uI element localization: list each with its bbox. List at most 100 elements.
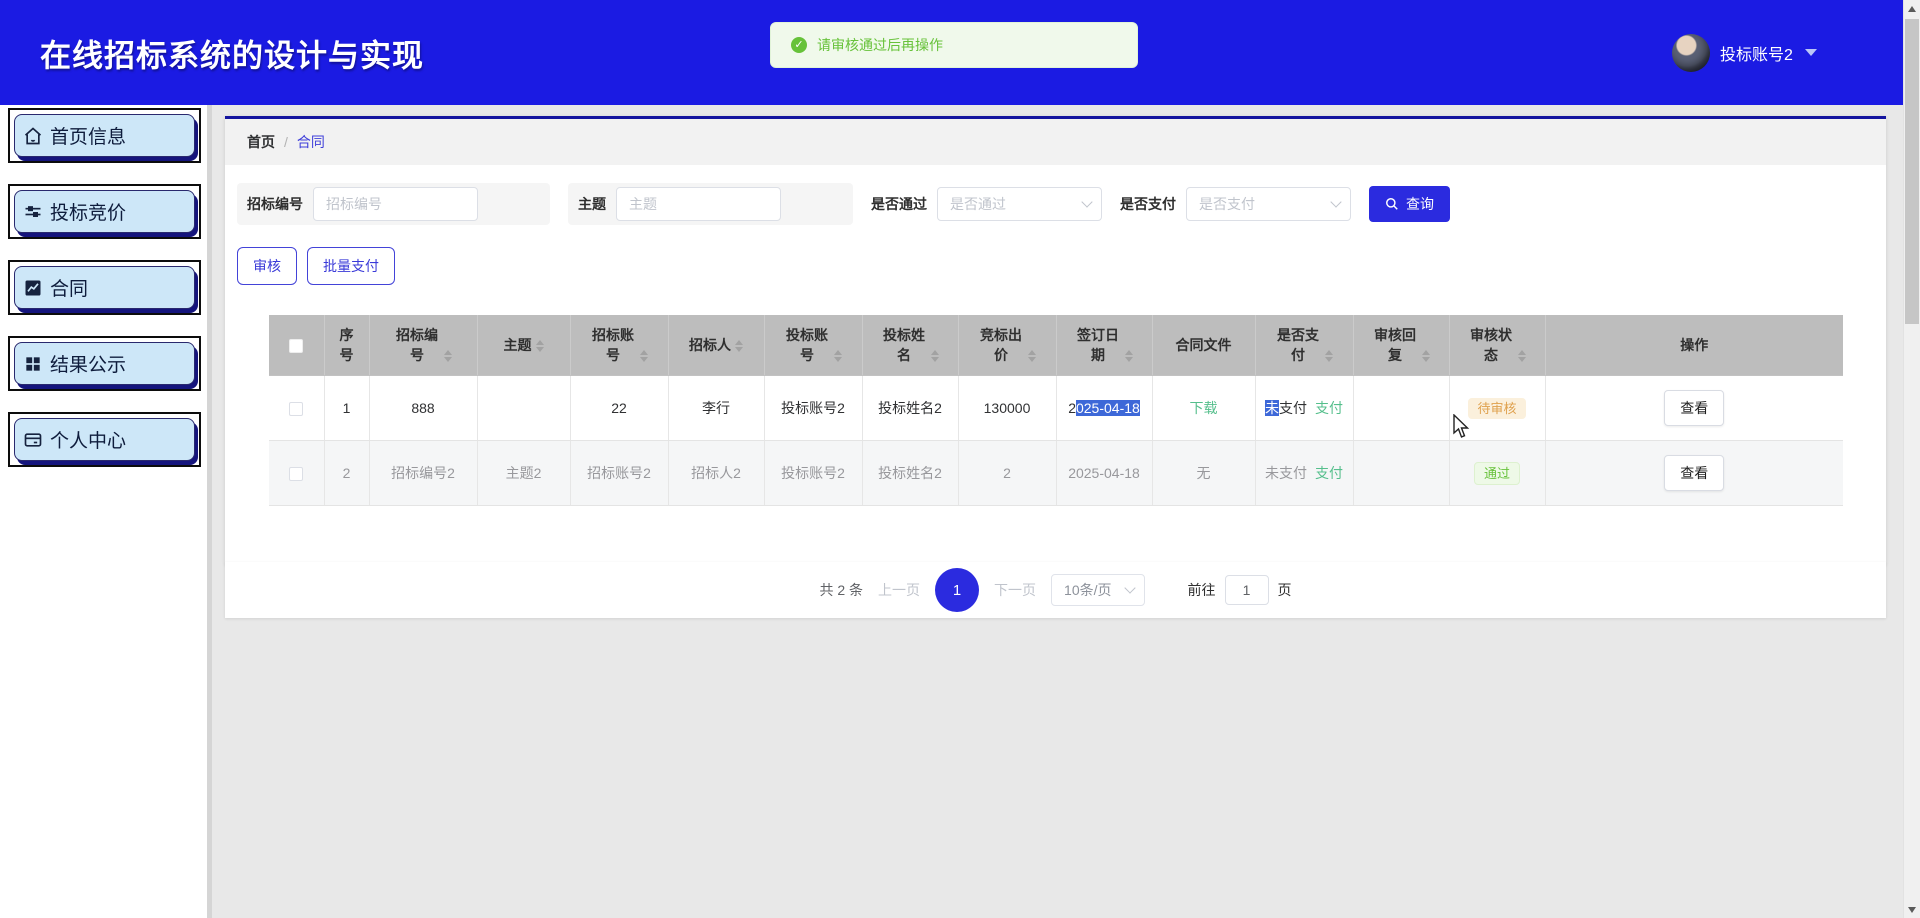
pagination-total: 共 2 条 xyxy=(819,582,864,598)
cell-seq: 2 xyxy=(324,440,370,506)
view-button[interactable]: 查看 xyxy=(1664,390,1725,426)
sort-icon[interactable] xyxy=(1422,350,1430,363)
cell-review-reply xyxy=(1353,440,1450,506)
header-bid-no[interactable]: 招标编号 xyxy=(369,315,478,376)
header-sign-date[interactable]: 签订日期 xyxy=(1056,315,1153,376)
filter-label: 主题 xyxy=(578,196,606,212)
sidebar-item-bidding-outline: 投标竞价 xyxy=(8,184,201,239)
sidebar-item-label: 结果公示 xyxy=(50,355,127,376)
prev-page-button[interactable]: 上一页 xyxy=(878,580,920,600)
cell-sign-date: 2025-04-18 xyxy=(1056,375,1153,441)
header-price[interactable]: 竞标出价 xyxy=(958,315,1057,376)
row-checkbox[interactable] xyxy=(289,402,304,417)
filter-label: 是否支付 xyxy=(1120,196,1176,212)
user-name: 投标账号2 xyxy=(1720,46,1793,64)
filter-group-paid: 是否支付 是否支付 xyxy=(1120,187,1351,221)
cell-tender-account: 投标账号2 xyxy=(764,440,863,506)
cell-seq: 1 xyxy=(324,375,370,441)
success-toast: ✓ 请审核通过后再操作 xyxy=(770,22,1138,68)
audit-button[interactable]: 审核 xyxy=(237,247,297,285)
sort-icon[interactable] xyxy=(735,340,743,353)
status-badge: 待审核 xyxy=(1468,397,1526,419)
goto-prefix: 前往 xyxy=(1187,582,1216,598)
sidebar-item-results[interactable]: 结果公示 xyxy=(14,342,195,385)
cell-price: 2 xyxy=(958,440,1057,506)
sidebar-item-contract[interactable]: 合同 xyxy=(14,266,195,309)
table-row: 1 888 22 李行 投标账号2 投标姓名2 130000 2025-04-1… xyxy=(269,375,1843,441)
sort-icon[interactable] xyxy=(535,340,544,353)
pay-link[interactable]: 支付 xyxy=(1315,400,1343,416)
sort-icon[interactable] xyxy=(1518,350,1526,363)
sort-icon[interactable] xyxy=(444,350,452,363)
topic-input[interactable] xyxy=(616,187,781,221)
goto-page: 前往 页 xyxy=(1188,575,1292,605)
sort-icon[interactable] xyxy=(1028,350,1036,363)
check-circle-icon: ✓ xyxy=(791,37,807,53)
home-icon xyxy=(24,126,42,144)
next-page-button[interactable]: 下一页 xyxy=(994,580,1036,600)
page-size-select[interactable]: 10条/页 xyxy=(1051,574,1145,606)
main-content-card: 首页 / 合同 招标编号 主题 是否通过 是否通过 是否支付 是否支付 xyxy=(225,116,1886,564)
header-bid-account[interactable]: 招标账号 xyxy=(570,315,669,376)
cell-pay-status: 未支付 支付 xyxy=(1255,375,1354,441)
pay-link[interactable]: 支付 xyxy=(1315,465,1343,481)
breadcrumb-home[interactable]: 首页 xyxy=(247,132,275,152)
current-page-button[interactable]: 1 xyxy=(935,568,980,612)
vertical-scrollbar[interactable] xyxy=(1903,0,1920,918)
view-button[interactable]: 查看 xyxy=(1664,455,1725,491)
header-tender-account[interactable]: 投标账号 xyxy=(764,315,863,376)
cell-bid-no: 888 xyxy=(369,375,478,441)
select-all-checkbox[interactable] xyxy=(289,339,304,354)
cell-bidder: 李行 xyxy=(668,375,765,441)
header-review-reply[interactable]: 审核回复 xyxy=(1353,315,1450,376)
table-row: 2 招标编号2 主题2 招标账号2 招标人2 投标账号2 投标姓名2 2 202… xyxy=(269,440,1843,506)
header-contract-file: 合同文件 xyxy=(1152,315,1256,376)
filter-group-passed: 是否通过 是否通过 xyxy=(871,187,1102,221)
avatar[interactable] xyxy=(1672,33,1710,72)
action-row: 审核 批量支付 xyxy=(225,225,1886,285)
goto-suffix: 页 xyxy=(1277,582,1292,598)
sidebar-item-profile[interactable]: 个人中心 xyxy=(14,418,195,461)
triangle-down-icon xyxy=(1908,906,1916,913)
header-pay-status[interactable]: 是否支付 xyxy=(1255,315,1354,376)
sort-icon[interactable] xyxy=(931,350,939,363)
sidebar-item-home[interactable]: 首页信息 xyxy=(14,114,195,157)
toast-message: 请审核通过后再操作 xyxy=(817,37,943,53)
cell-operation: 查看 xyxy=(1545,440,1843,506)
sidebar-item-label: 合同 xyxy=(50,279,89,300)
scrollbar-thumb[interactable] xyxy=(1905,19,1919,324)
cell-bid-no: 招标编号2 xyxy=(369,440,478,506)
cell-operation: 查看 xyxy=(1545,375,1843,441)
scroll-up-button[interactable] xyxy=(1904,0,1920,17)
download-link[interactable]: 下载 xyxy=(1190,400,1218,416)
table-header-row: 序号 招标编号 主题 招标账号 招标人 投标账号 投标姓名 竞标出价 签订日期 … xyxy=(269,315,1843,376)
header-select-all xyxy=(269,315,325,376)
filter-group-topic: 主题 xyxy=(568,183,853,225)
sidebar-item-bidding[interactable]: 投标竞价 xyxy=(14,190,195,233)
sidebar-item-label: 首页信息 xyxy=(50,127,127,148)
goto-page-input[interactable] xyxy=(1224,575,1269,605)
grid-icon xyxy=(26,356,40,371)
cell-topic xyxy=(477,375,571,441)
bid-no-input[interactable] xyxy=(313,187,478,221)
scroll-down-button[interactable] xyxy=(1904,901,1920,918)
caret-down-icon xyxy=(1804,49,1817,56)
filter-group-bid-no: 招标编号 xyxy=(237,183,550,225)
header-topic[interactable]: 主题 xyxy=(477,315,571,376)
row-checkbox[interactable] xyxy=(289,467,304,482)
sort-icon[interactable] xyxy=(640,350,648,363)
sort-icon[interactable] xyxy=(1125,350,1133,363)
card-icon xyxy=(24,432,42,447)
sort-icon[interactable] xyxy=(1325,350,1333,363)
batch-pay-button[interactable]: 批量支付 xyxy=(307,247,395,285)
chevron-down-icon xyxy=(1081,196,1093,208)
header-tender-name[interactable]: 投标姓名 xyxy=(862,315,959,376)
passed-select[interactable]: 是否通过 xyxy=(937,187,1102,221)
header-bidder[interactable]: 招标人 xyxy=(668,315,765,376)
paid-select[interactable]: 是否支付 xyxy=(1186,187,1351,221)
header-review-status[interactable]: 审核状态 xyxy=(1449,315,1546,376)
sort-icon[interactable] xyxy=(834,350,842,363)
search-button[interactable]: 查询 xyxy=(1369,186,1450,222)
user-menu[interactable]: 投标账号2 xyxy=(1672,0,1817,105)
breadcrumb-separator: / xyxy=(284,134,288,150)
